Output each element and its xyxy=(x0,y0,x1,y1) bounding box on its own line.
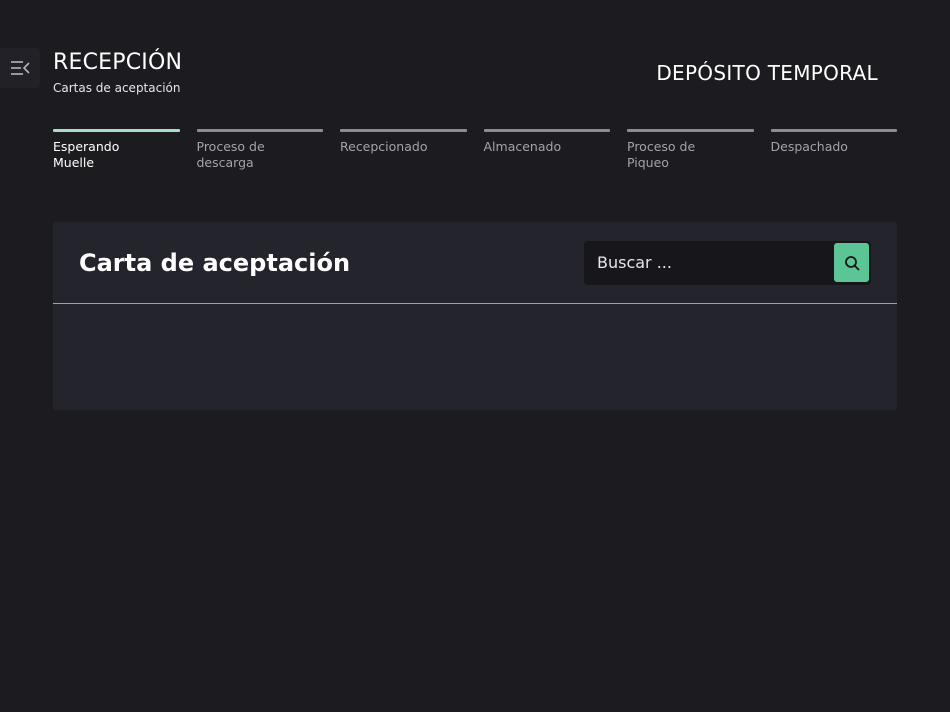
collapse-menu-icon xyxy=(11,61,30,75)
step-progress-bar xyxy=(53,129,180,132)
step-progress-bar xyxy=(196,129,323,132)
status-steps: Esperando Muelle Proceso de descarga Rec… xyxy=(53,129,897,171)
step-label: Almacenado xyxy=(483,139,562,154)
card-body xyxy=(53,304,897,409)
step-progress-bar xyxy=(340,129,467,132)
acceptance-letter-card: Carta de aceptación xyxy=(53,222,897,410)
step-label: Esperando Muelle xyxy=(53,139,120,170)
card-title: Carta de aceptación xyxy=(79,248,351,277)
app-root: RECEPCIÓN Cartas de aceptación DEPÓSITO … xyxy=(0,0,950,712)
page-title: RECEPCIÓN xyxy=(53,50,183,75)
step-label: Despachado xyxy=(770,139,848,154)
step-almacenado[interactable]: Almacenado xyxy=(483,129,610,171)
search-button[interactable] xyxy=(834,243,869,282)
step-label: Recepcionado xyxy=(340,139,428,154)
search-input[interactable] xyxy=(597,253,834,272)
search-box xyxy=(584,240,871,285)
step-proceso-piqueo[interactable]: Proceso de Piqueo xyxy=(627,129,754,171)
step-progress-bar xyxy=(627,129,754,132)
step-progress-bar xyxy=(483,129,610,132)
menu-toggle-button[interactable] xyxy=(0,48,40,88)
step-recepcionado[interactable]: Recepcionado xyxy=(340,129,467,171)
card-header: Carta de aceptación xyxy=(53,222,897,304)
search-icon xyxy=(844,255,859,270)
step-proceso-descarga[interactable]: Proceso de descarga xyxy=(196,129,323,171)
step-label: Proceso de descarga xyxy=(196,139,265,170)
step-progress-bar xyxy=(770,129,897,132)
brand-title: DEPÓSITO TEMPORAL xyxy=(656,61,878,85)
step-despachado[interactable]: Despachado xyxy=(770,129,897,171)
step-esperando-muelle[interactable]: Esperando Muelle xyxy=(53,129,180,171)
step-label: Proceso de Piqueo xyxy=(627,139,696,170)
page-subtitle: Cartas de aceptación xyxy=(53,81,181,95)
